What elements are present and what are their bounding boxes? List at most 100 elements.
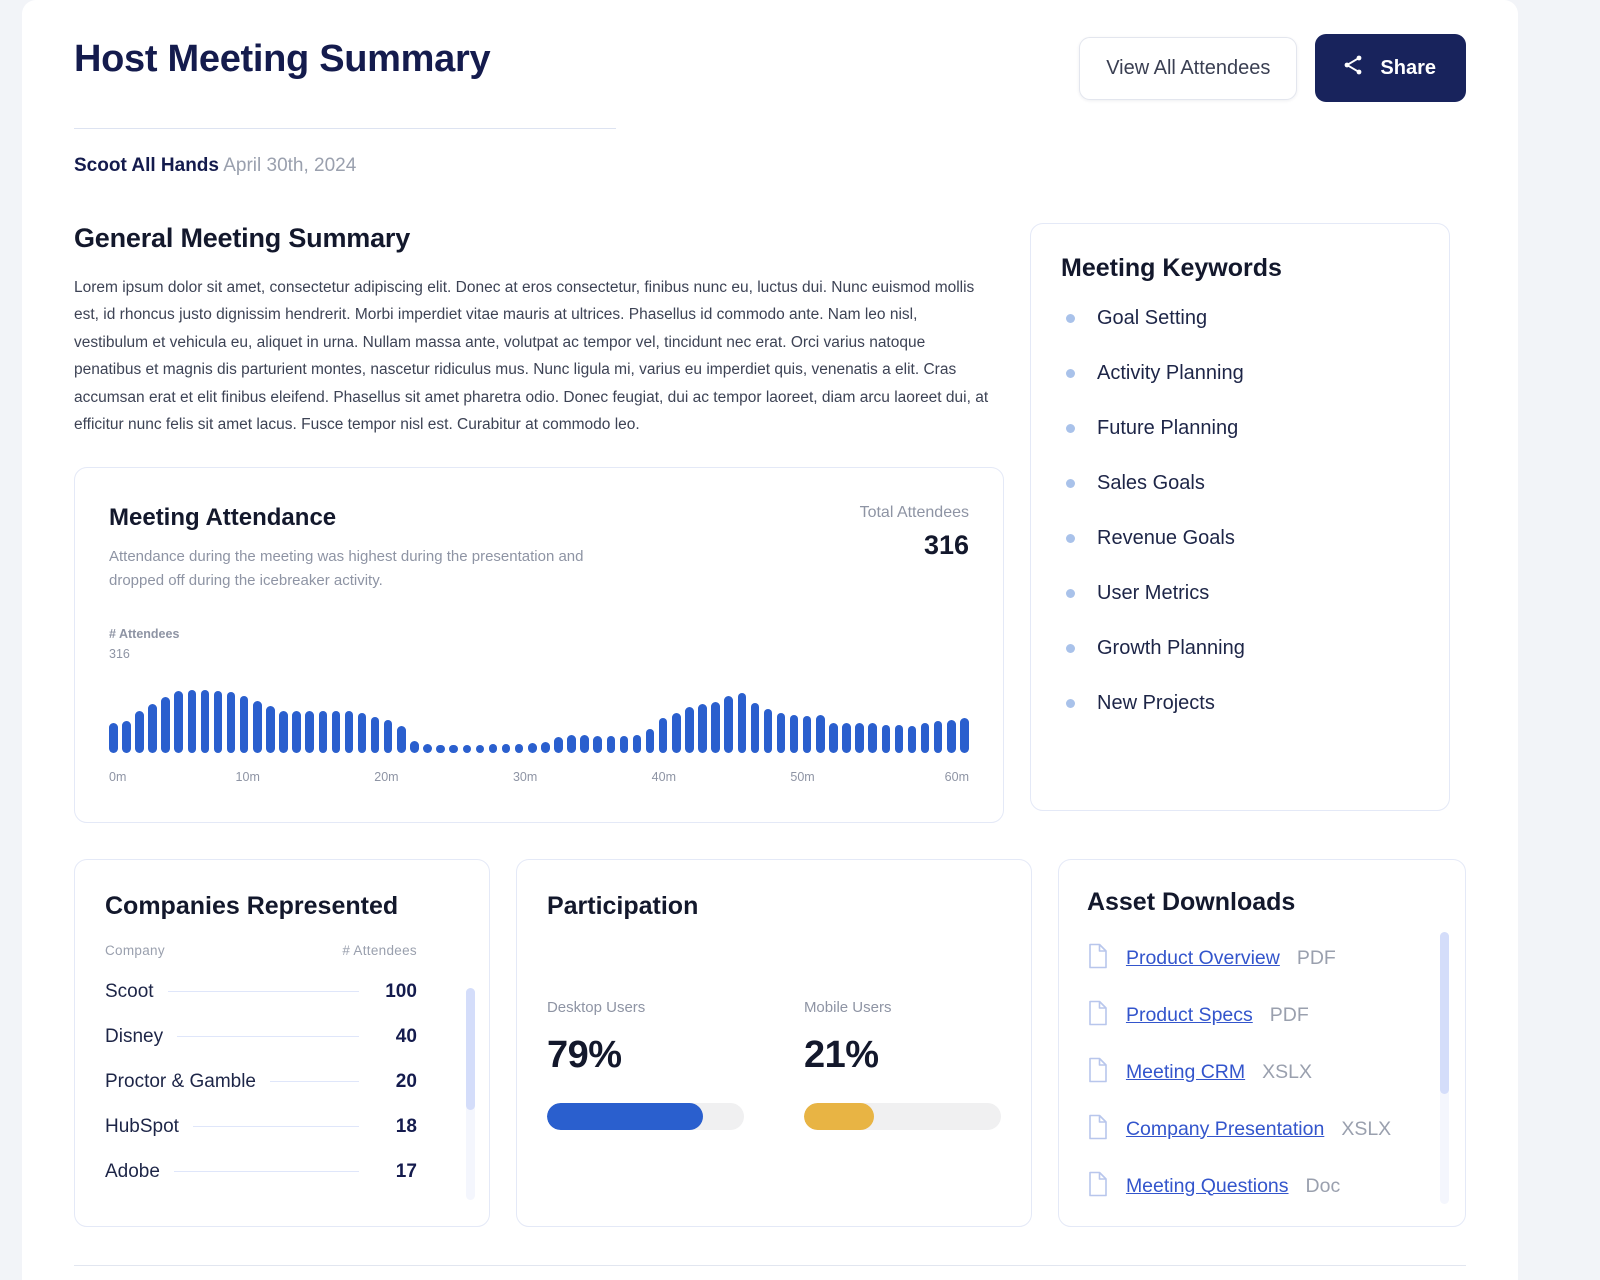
document-icon (1087, 943, 1109, 974)
asset-download-link[interactable]: Product Specs (1126, 1004, 1253, 1027)
attendance-bar (331, 710, 341, 753)
attendance-bar (672, 713, 681, 753)
keyword-item[interactable]: Future Planning (1061, 401, 1419, 456)
companies-col-attendees: # Attendees (342, 942, 417, 958)
page-header: Host Meeting Summary View All Attendees … (74, 30, 1466, 102)
attendance-bar (436, 745, 445, 753)
attendance-bar (410, 740, 419, 753)
attendance-bar (567, 735, 576, 753)
bullet-dot-icon (1066, 424, 1075, 433)
company-row: Proctor & Gamble 20 (105, 1071, 459, 1093)
attendance-bar (842, 723, 851, 753)
attendance-bar (619, 736, 629, 753)
companies-scrollbar-thumb[interactable] (465, 987, 475, 1110)
keyword-item[interactable]: Revenue Goals (1061, 511, 1419, 566)
companies-represented-card: Companies Represented Company # Attendee… (74, 858, 490, 1227)
company-attendee-count: 40 (395, 1025, 417, 1047)
bullet-dot-icon (1066, 479, 1075, 488)
participation-title: Participation (546, 891, 699, 920)
top-section: General Meeting Summary Lorem ipsum dolo… (74, 223, 1466, 823)
keyword-item[interactable]: Activity Planning (1061, 346, 1419, 401)
company-row-connector (192, 1125, 359, 1128)
asset-download-link[interactable]: Company Presentation (1126, 1118, 1324, 1141)
mobile-users-value: 21% (803, 1033, 879, 1076)
attendance-bar (344, 711, 354, 753)
keyword-item[interactable]: User Metrics (1061, 566, 1419, 621)
attendance-bar (370, 717, 380, 753)
chart-x-tick-label: 40m (651, 769, 676, 784)
asset-downloads-card: Asset Downloads Product Overview PDF Produ… (1057, 858, 1466, 1227)
keyword-item[interactable]: Sales Goals (1061, 456, 1419, 511)
chart-x-tick-label: 10m (235, 769, 260, 784)
document-icon (1087, 1114, 1109, 1145)
attendance-bar (397, 725, 406, 753)
companies-col-company: Company (105, 942, 165, 958)
keyword-label: Sales Goals (1097, 472, 1205, 494)
attendance-bar (122, 720, 131, 753)
company-attendee-count: 100 (385, 980, 417, 1002)
bullet-dot-icon (1066, 589, 1075, 598)
attendance-card-header: Meeting Attendance Attendance during the… (109, 504, 969, 593)
keyword-item[interactable]: Goal Setting (1061, 291, 1419, 346)
attendance-bar (449, 745, 458, 753)
asset-row[interactable]: Product Overview PDF (1087, 943, 1437, 974)
document-icon (1087, 1000, 1109, 1031)
attendance-bar (383, 720, 393, 753)
attendance-bar (658, 717, 668, 753)
meeting-keywords-list: Goal Setting Activity Planning Future Plan… (1061, 291, 1419, 731)
attendance-bar (724, 696, 733, 753)
attendance-bar (606, 736, 616, 753)
mobile-users-progress-fill (803, 1102, 875, 1130)
view-all-attendees-button[interactable]: View All Attendees (1079, 36, 1298, 100)
company-row: Scoot 100 (105, 981, 459, 1003)
keyword-label: User Metrics (1097, 582, 1210, 604)
keyword-item[interactable]: Growth Planning (1061, 621, 1419, 676)
general-summary-heading: General Meeting Summary (74, 223, 411, 253)
meeting-date: April 30th, 2024 (223, 155, 357, 176)
keyword-label: Goal Setting (1097, 307, 1208, 329)
asset-download-link[interactable]: Meeting Questions (1126, 1175, 1289, 1198)
header-divider (74, 128, 616, 129)
asset-row[interactable]: Meeting Questions Doc (1087, 1171, 1437, 1202)
attendance-bar (737, 693, 746, 753)
asset-row[interactable]: Company Presentation XSLX (1087, 1114, 1437, 1145)
asset-row[interactable]: Product Specs PDF (1087, 1000, 1437, 1031)
company-row-connector (173, 1170, 359, 1173)
company-name: Disney (105, 1025, 164, 1047)
participation-card: Participation Desktop Users 79% Mobile U… (515, 858, 1032, 1227)
attendance-bar (528, 742, 537, 753)
company-name: Proctor & Gamble (105, 1070, 256, 1092)
attendance-bar (266, 706, 275, 753)
attendance-bar (829, 722, 838, 753)
keyword-item[interactable]: New Projects (1061, 676, 1419, 731)
share-button[interactable]: Share (1315, 34, 1466, 102)
bullet-dot-icon (1066, 534, 1075, 543)
chart-y-axis-label: # Attendees (109, 626, 180, 641)
header-actions: View All Attendees Share (1079, 30, 1466, 102)
asset-row[interactable]: Meeting CRM XSLX (1087, 1057, 1437, 1088)
document-icon (1087, 1171, 1109, 1202)
company-row: Disney 40 (105, 1026, 459, 1048)
chart-x-tick-label: 0m (109, 769, 127, 784)
companies-table-header: Company # Attendees (105, 943, 459, 958)
bullet-dot-icon (1066, 644, 1075, 653)
attendance-bar (776, 713, 786, 753)
company-attendee-count: 17 (395, 1160, 417, 1182)
attendance-bar (174, 690, 183, 753)
meeting-keywords-card: Meeting Keywords Goal Setting Activity Pl… (1030, 223, 1450, 811)
attendance-bar (868, 723, 877, 753)
company-row: HubSpot 18 (105, 1116, 459, 1138)
assets-scrollbar-thumb[interactable] (1440, 931, 1449, 1094)
attendance-bar (357, 712, 367, 753)
attendance-bar (213, 690, 223, 753)
asset-downloads-title: Asset Downloads (1086, 887, 1296, 916)
asset-download-link[interactable]: Meeting CRM (1126, 1061, 1245, 1084)
company-row: Adobe 17 (105, 1161, 459, 1183)
meeting-name: Scoot All Hands (74, 155, 219, 176)
asset-file-type: PDF (1296, 946, 1336, 969)
asset-download-link[interactable]: Product Overview (1126, 947, 1280, 970)
attendance-bar (475, 744, 485, 753)
attendance-bar (305, 711, 314, 753)
attendance-bar (501, 744, 511, 753)
page-title: Host Meeting Summary (74, 38, 491, 80)
